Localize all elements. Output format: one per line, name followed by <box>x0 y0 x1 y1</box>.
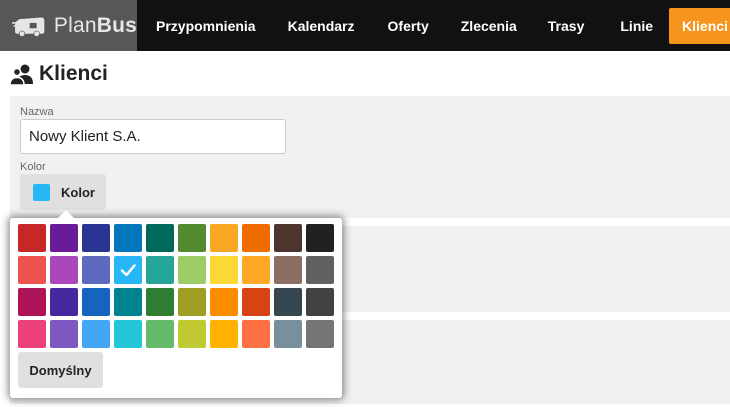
color-picker-button[interactable]: Kolor <box>20 174 106 210</box>
nav-item-zlecenia[interactable]: Zlecenia <box>461 0 517 51</box>
main-nav: Przypomnienia Kalendarz Oferty Zlecenia … <box>140 0 730 51</box>
color-button-label: Kolor <box>61 184 95 200</box>
color-swatch[interactable] <box>242 256 270 284</box>
check-icon <box>120 264 136 277</box>
color-swatch[interactable] <box>146 224 174 252</box>
color-swatch[interactable] <box>210 224 238 252</box>
color-swatch[interactable] <box>50 224 78 252</box>
nav-item-przypomnienia[interactable]: Przypomnienia <box>156 0 256 51</box>
nav-item-linie[interactable]: Linie <box>620 0 653 51</box>
color-palette-grid <box>18 224 334 348</box>
brand-logo[interactable]: PlanBus <box>0 0 137 51</box>
color-swatch[interactable] <box>306 320 334 348</box>
bus-icon <box>12 17 45 36</box>
color-swatch[interactable] <box>50 320 78 348</box>
color-swatch[interactable] <box>114 256 142 284</box>
form-panel <box>10 96 730 218</box>
color-swatch[interactable] <box>178 224 206 252</box>
users-icon <box>10 64 33 86</box>
color-swatch[interactable] <box>306 224 334 252</box>
color-swatch[interactable] <box>18 288 46 316</box>
default-color-button[interactable]: Domyślny <box>18 352 103 388</box>
color-swatch[interactable] <box>274 224 302 252</box>
color-swatch-preview <box>33 183 50 201</box>
color-swatch[interactable] <box>146 256 174 284</box>
nav-item-klienci[interactable]: Klienci <box>669 7 730 44</box>
nav-item-trasy[interactable]: Trasy <box>548 0 585 51</box>
brand-name: PlanBus <box>54 14 137 38</box>
nav-item-kalendarz[interactable]: Kalendarz <box>288 0 355 51</box>
color-swatch[interactable] <box>178 288 206 316</box>
color-swatch[interactable] <box>146 288 174 316</box>
name-field-label: Nazwa <box>20 106 54 118</box>
color-swatch[interactable] <box>210 256 238 284</box>
color-swatch[interactable] <box>18 224 46 252</box>
page-title: Klienci <box>10 62 108 86</box>
color-swatch[interactable] <box>18 256 46 284</box>
color-swatch[interactable] <box>306 288 334 316</box>
color-swatch[interactable] <box>242 288 270 316</box>
brand-plan: Plan <box>53 13 97 37</box>
color-swatch[interactable] <box>178 320 206 348</box>
color-swatch[interactable] <box>274 320 302 348</box>
color-swatch[interactable] <box>274 288 302 316</box>
color-swatch[interactable] <box>306 256 334 284</box>
color-swatch[interactable] <box>50 256 78 284</box>
color-swatch[interactable] <box>114 288 142 316</box>
color-swatch[interactable] <box>114 224 142 252</box>
color-swatch[interactable] <box>18 320 46 348</box>
color-swatch[interactable] <box>178 256 206 284</box>
popup-arrow <box>58 210 74 218</box>
color-swatch[interactable] <box>82 256 110 284</box>
color-swatch[interactable] <box>242 320 270 348</box>
color-swatch[interactable] <box>82 224 110 252</box>
color-swatch[interactable] <box>274 256 302 284</box>
color-swatch[interactable] <box>82 320 110 348</box>
color-swatch[interactable] <box>210 288 238 316</box>
top-navbar: PlanBus Przypomnienia Kalendarz Oferty Z… <box>0 0 730 51</box>
color-swatch[interactable] <box>50 288 78 316</box>
nav-item-oferty[interactable]: Oferty <box>388 0 429 51</box>
color-swatch[interactable] <box>242 224 270 252</box>
color-swatch[interactable] <box>146 320 174 348</box>
color-palette-popup: Domyślny <box>10 210 342 398</box>
brand-bus: Bus <box>96 13 137 37</box>
page-title-text: Klienci <box>39 62 108 85</box>
color-field-label: Kolor <box>20 161 46 173</box>
color-swatch[interactable] <box>114 320 142 348</box>
color-swatch[interactable] <box>82 288 110 316</box>
color-swatch[interactable] <box>210 320 238 348</box>
name-input[interactable]: Nowy Klient S.A. <box>20 119 286 154</box>
